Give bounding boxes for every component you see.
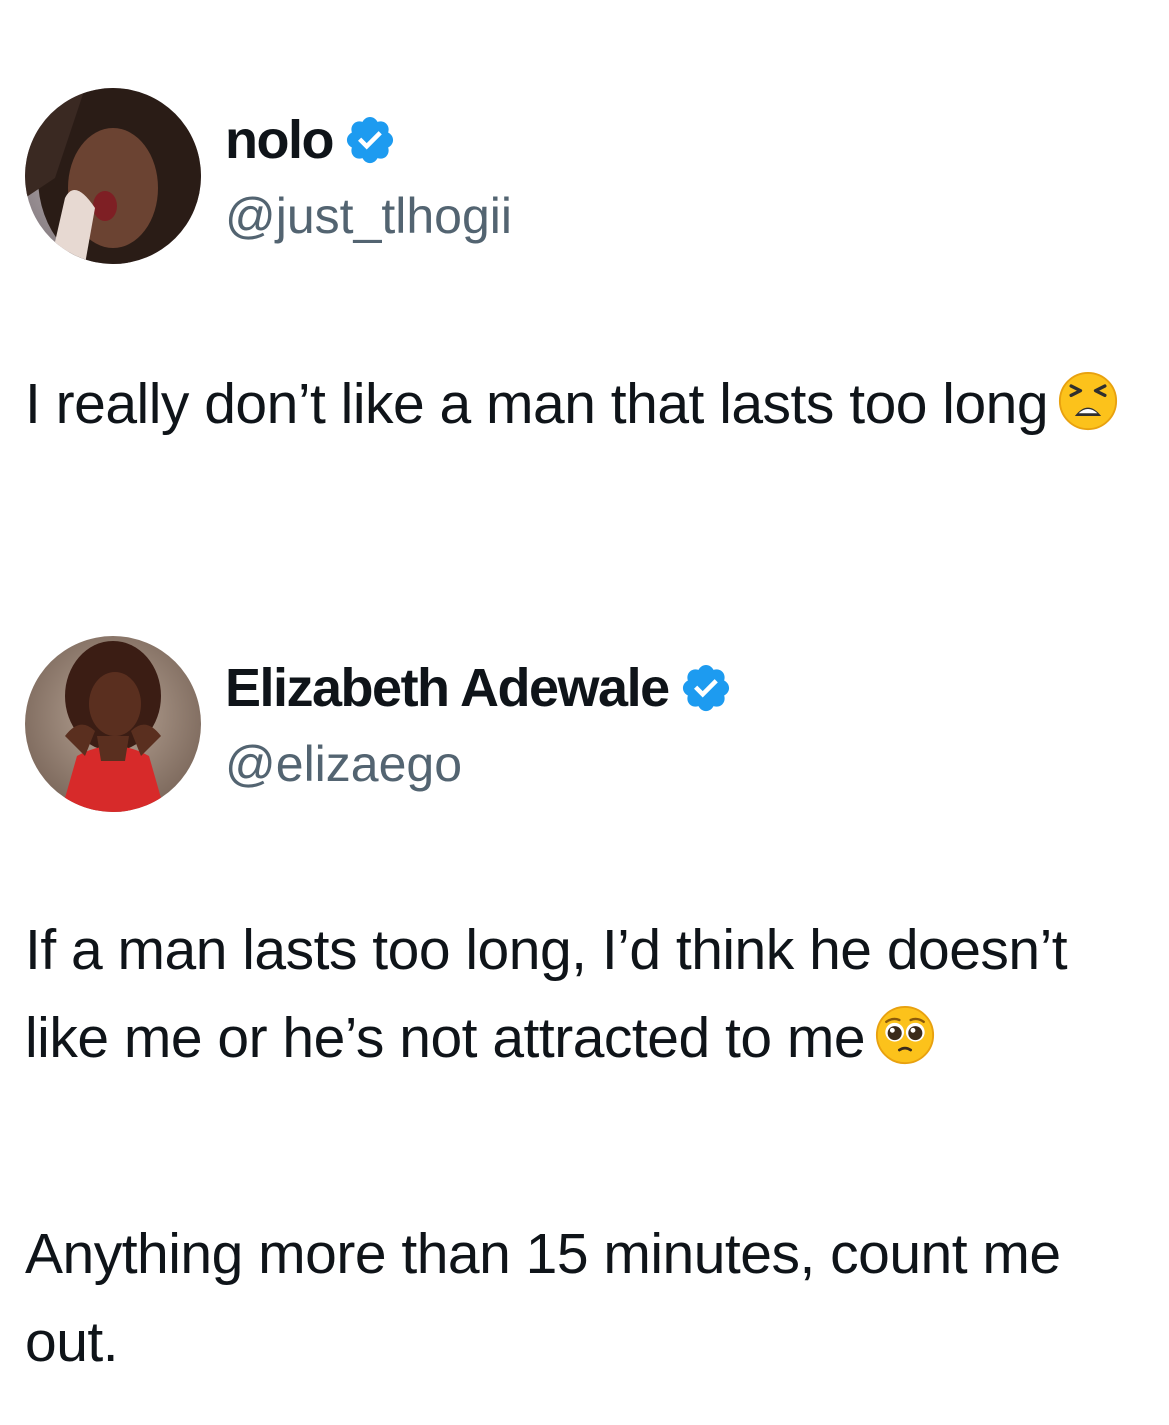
pleading-face-emoji-icon bbox=[875, 1005, 935, 1065]
tired-face-emoji-icon bbox=[1058, 371, 1118, 431]
avatar[interactable] bbox=[25, 636, 201, 812]
verified-badge-icon bbox=[343, 113, 397, 167]
user-avatar-photo bbox=[25, 88, 201, 264]
tweet-text-content: Anything more than 15 minutes, count me … bbox=[25, 1222, 1061, 1374]
user-handle[interactable]: @just_tlhogii bbox=[225, 186, 512, 246]
tweet-text: Anything more than 15 minutes, count me … bbox=[25, 1210, 1135, 1386]
avatar[interactable] bbox=[25, 88, 201, 264]
tweet-text: I really don’t like a man that lasts too… bbox=[25, 360, 1135, 448]
user-handle[interactable]: @elizaego bbox=[225, 734, 462, 794]
user-avatar-photo bbox=[25, 636, 201, 812]
tweet-text-content: I really don’t like a man that lasts too… bbox=[25, 372, 1049, 436]
tweet-text: If a man lasts too long, I’d think he do… bbox=[25, 906, 1135, 1082]
display-name[interactable]: Elizabeth Adewale bbox=[225, 656, 670, 720]
verified-badge-icon bbox=[679, 661, 733, 715]
author-row: nolo bbox=[225, 108, 397, 172]
author-row: Elizabeth Adewale bbox=[225, 656, 733, 720]
display-name[interactable]: nolo bbox=[225, 108, 334, 172]
